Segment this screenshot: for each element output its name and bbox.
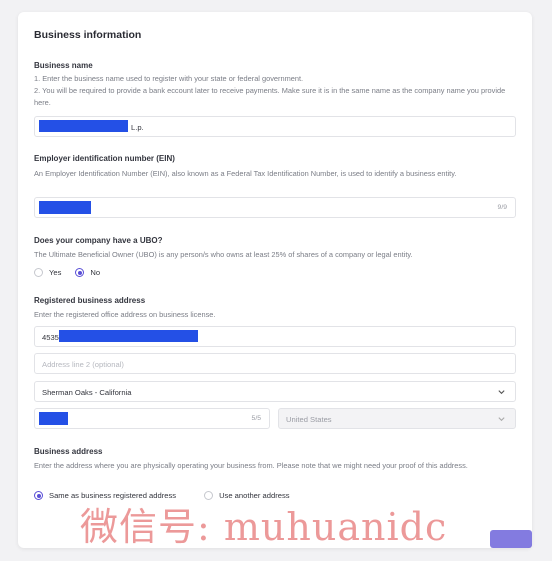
watermark-text: 微信号: muhuanidc xyxy=(80,505,448,549)
address-line1-input[interactable]: 4535 xyxy=(34,326,516,347)
registered-address-label: Registered business address xyxy=(34,296,146,305)
ein-char-count: 9/9 xyxy=(497,204,507,211)
city-state-value: Sherman Oaks - California xyxy=(42,388,132,397)
country-value: United States xyxy=(286,415,332,424)
zip-char-count: 5/5 xyxy=(251,415,261,422)
radio-unchecked-icon[interactable] xyxy=(34,268,43,277)
ubo-option-yes-label: Yes xyxy=(49,268,62,277)
chevron-down-icon xyxy=(498,417,505,422)
address-line2-input[interactable]: Address line 2 (optional) xyxy=(34,353,516,374)
zip-input[interactable]: 5/5 xyxy=(34,408,270,429)
address-line2-placeholder: Address line 2 (optional) xyxy=(42,360,124,369)
chevron-down-icon xyxy=(498,390,505,395)
business-address-help: Enter the address where you are physical… xyxy=(34,461,468,470)
redacted-value xyxy=(39,120,128,132)
continue-button[interactable] xyxy=(490,530,532,548)
ubo-label: Does your company have a UBO? xyxy=(34,236,163,245)
ubo-radio-group: Yes No xyxy=(34,268,114,277)
business-address-label: Business address xyxy=(34,447,103,456)
business-info-card: Business information Business name 1. En… xyxy=(18,12,532,548)
ubo-help: The Ultimate Beneficial Owner (UBO) is a… xyxy=(34,250,413,259)
ein-input[interactable]: 9/9 xyxy=(34,197,516,218)
redacted-value xyxy=(39,201,91,214)
business-name-suffix: L.p. xyxy=(131,123,144,132)
country-select[interactable]: United States xyxy=(278,408,516,429)
business-name-help-2: 2. You will be required to provide a ban… xyxy=(34,86,506,107)
redacted-value xyxy=(39,412,68,425)
address-line1-prefix: 4535 xyxy=(42,333,59,342)
radio-checked-icon[interactable] xyxy=(75,268,85,277)
registered-address-help: Enter the registered office address on b… xyxy=(34,310,216,319)
business-name-help-1: 1. Enter the business name used to regis… xyxy=(34,74,304,83)
city-state-select[interactable]: Sherman Oaks - California xyxy=(34,381,516,402)
business-name-input[interactable]: L.p. xyxy=(34,116,516,137)
ubo-option-no[interactable]: No xyxy=(75,268,100,277)
section-title: Business information xyxy=(34,29,142,41)
ubo-option-yes[interactable]: Yes xyxy=(34,268,61,277)
redacted-value xyxy=(59,330,198,342)
business-name-label: Business name xyxy=(34,61,93,70)
ein-help: An Employer Identification Number (EIN),… xyxy=(34,169,457,178)
radio-checked-icon[interactable] xyxy=(34,491,43,500)
ubo-option-no-label: No xyxy=(90,268,101,277)
ein-label: Employer identification number (EIN) xyxy=(34,154,175,163)
